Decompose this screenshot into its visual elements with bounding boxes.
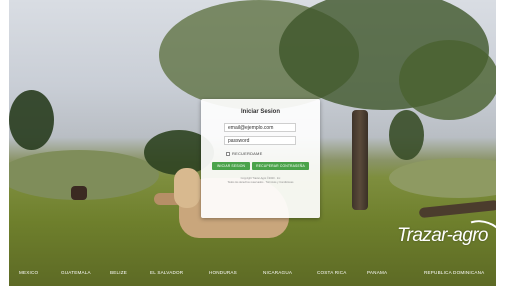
cow [71, 186, 87, 200]
forgot-password-button[interactable]: RECUPERAR CONTRASEÑA [252, 162, 309, 170]
cow-head [174, 168, 200, 208]
remember-me[interactable]: RECUERDAME [226, 150, 296, 157]
fallen-log [418, 199, 496, 219]
tree-trunk [352, 110, 368, 210]
login-title: Iniciar Sesion [240, 109, 280, 115]
password-field[interactable] [224, 136, 296, 145]
country-link-panama[interactable]: PANAMA [367, 270, 387, 275]
login-card: Iniciar Sesion RECUERDAME INICIAR SESION… [201, 99, 320, 218]
login-button[interactable]: INICIAR SESION [212, 162, 250, 170]
remember-checkbox[interactable] [226, 151, 230, 156]
country-nav: MEXICO GUATEMALA BELIZE EL SALVADOR HOND… [9, 266, 496, 282]
country-link-costa-rica[interactable]: COSTA RICA [317, 270, 346, 275]
footnote: Copyright Trazar-Agro ©2020 · Inc Todos … [209, 177, 312, 184]
country-link-republica-dominicana[interactable]: REPUBLICA DOMINICANA [424, 270, 484, 275]
background-hill [389, 158, 496, 198]
email-field[interactable] [224, 123, 296, 132]
country-link-honduras[interactable]: HONDURAS [209, 270, 237, 275]
tree-canopy [9, 90, 54, 150]
country-link-guatemala[interactable]: GUATEMALA [61, 270, 91, 275]
country-link-nicaragua[interactable]: NICARAGUA [263, 270, 292, 275]
tree-canopy [399, 40, 496, 120]
footnote-line[interactable]: Todos los derechos reservados · Términos… [209, 181, 312, 185]
tree-canopy [389, 110, 424, 160]
remember-label: RECUERDAME [232, 151, 263, 156]
country-link-el-salvador[interactable]: EL SALVADOR [150, 270, 183, 275]
country-link-belize[interactable]: BELIZE [110, 270, 127, 275]
country-link-mexico[interactable]: MEXICO [19, 270, 38, 275]
